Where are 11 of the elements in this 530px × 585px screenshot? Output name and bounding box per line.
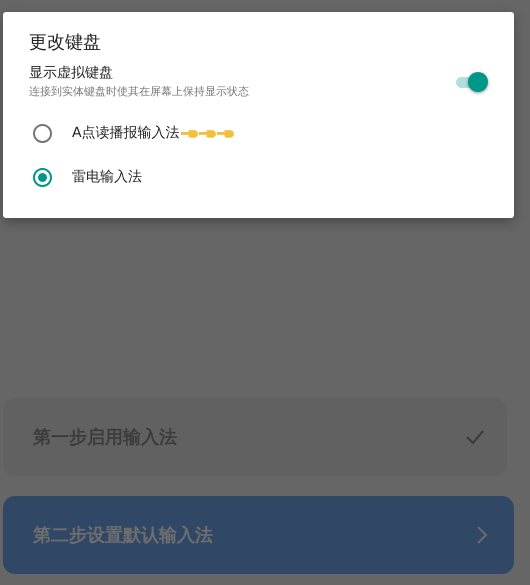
pointing-hand-icon	[216, 128, 234, 138]
toggle-label: 显示虚拟键盘	[29, 64, 114, 82]
dialog-title: 更改键盘	[29, 31, 102, 54]
radio-button[interactable]	[33, 168, 52, 186]
option-label[interactable]: 雷电输入法	[72, 168, 142, 186]
toggle-switch[interactable]	[454, 70, 488, 92]
option-label[interactable]: A点读播报输入法	[72, 124, 180, 142]
toggle-description: 连接到实体键盘时使其在屏幕上保持显示状态	[29, 84, 249, 99]
pointing-hand-icon	[198, 128, 216, 138]
radio-button[interactable]	[33, 124, 52, 142]
pointing-hand-icon	[180, 128, 198, 138]
